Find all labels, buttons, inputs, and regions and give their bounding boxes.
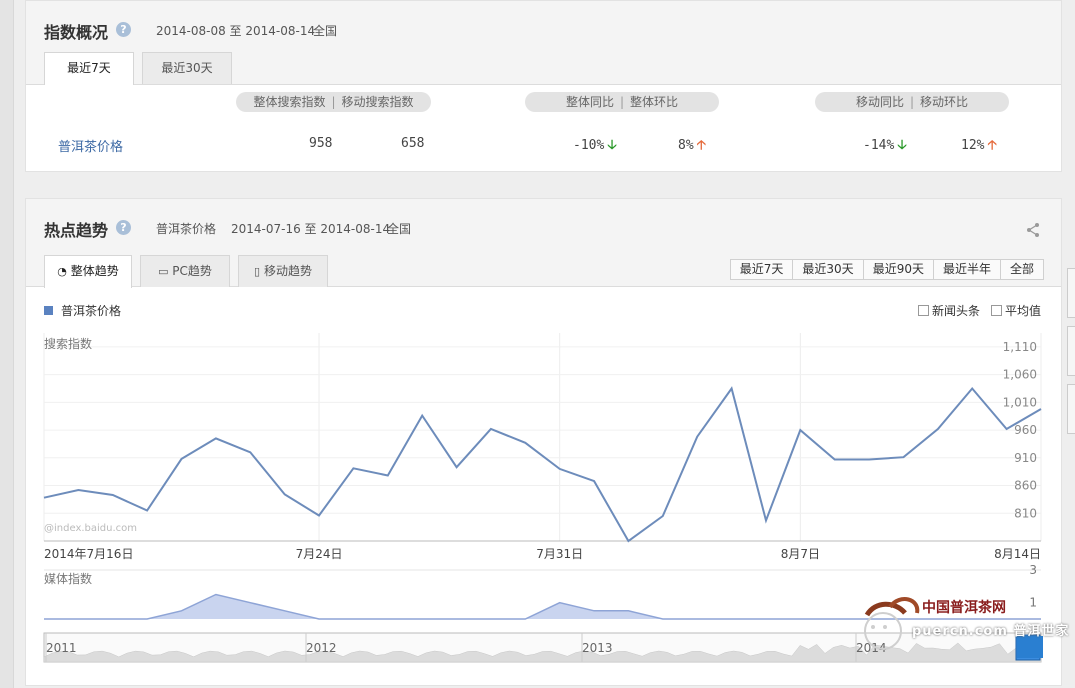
media-chart-title: 媒体指数 — [44, 571, 92, 586]
logo-overlay-text: 普洱世家 — [1013, 624, 1070, 639]
plot-area — [44, 333, 1041, 541]
x-tick-label: 7月31日 — [536, 547, 583, 561]
watermark-text: @index.baidu.com — [44, 523, 137, 534]
y-tick-label: 910 — [1014, 451, 1037, 465]
logo-text: 中国普洱茶网 — [922, 600, 1006, 616]
navigator-year-label: 2011 — [46, 641, 77, 655]
logo-url-text: puercn.com — [912, 624, 1008, 639]
y-tick-label: 1,110 — [1003, 340, 1037, 354]
y-tick-label: 810 — [1014, 506, 1037, 520]
y-tick-label: 1,060 — [1003, 368, 1037, 382]
trend-charts: 1,110 1,060 1,010 960 910 860 810 搜索指数 @index.ba… — [43, 333, 1042, 663]
y-tick-label: 1,010 — [1003, 395, 1037, 409]
navigator-year-label: 2012 — [306, 641, 337, 655]
x-tick-label: 8月7日 — [781, 547, 820, 561]
x-tick-label: 8月14日 — [994, 547, 1041, 561]
media-y-tick-label: 3 — [1029, 563, 1037, 577]
chart-title: 搜索指数 — [44, 336, 92, 351]
y-tick-label: 960 — [1014, 423, 1037, 437]
y-tick-label: 860 — [1014, 479, 1037, 493]
navigator-year-label: 2013 — [582, 641, 613, 655]
x-tick-label: 7月24日 — [296, 547, 343, 561]
logo-url: puercn.com 普洱世家 — [912, 620, 1069, 639]
x-tick-label: 2014年7月16日 — [44, 547, 133, 561]
